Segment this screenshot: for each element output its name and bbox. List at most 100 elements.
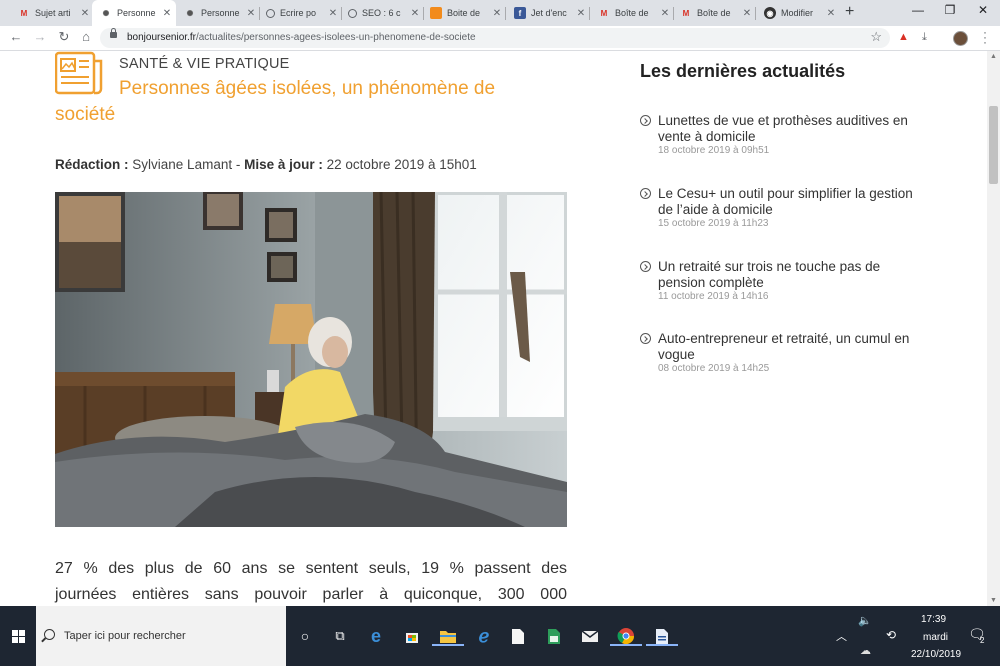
internet-explorer-icon[interactable]: ℯ xyxy=(474,626,494,646)
profile-avatar[interactable] xyxy=(953,31,968,46)
search-icon xyxy=(44,629,55,640)
forward-button[interactable]: → xyxy=(32,29,48,44)
chrome-icon[interactable] xyxy=(610,626,642,646)
extension-icon[interactable]: ▲ xyxy=(898,31,909,43)
news-title[interactable]: Auto-entrepreneur et retraité, un cumul … xyxy=(658,331,925,362)
news-title[interactable]: Le Cesu+ un outil pour simplifier la ges… xyxy=(658,186,925,217)
tab-ecrire[interactable]: Ecrire po ✕ xyxy=(258,1,342,25)
news-title[interactable]: Un retraité sur trois ne touche pas de p… xyxy=(658,259,925,290)
body-line: journées entières sans pouvoir parler à … xyxy=(55,586,567,603)
menu-icon[interactable]: · · · xyxy=(983,26,987,48)
browser-toolbar: ← → ↻ ⌂ bonjoursenior.fr/actualites/pers… xyxy=(0,26,1000,51)
url-domain: bonjoursenior.fr xyxy=(127,32,196,43)
article-title: Personnes âgées isolées, un phénomène de… xyxy=(55,78,496,125)
close-icon[interactable]: ✕ xyxy=(576,8,586,19)
download-icon[interactable]: ⤓ xyxy=(922,31,927,44)
edge-icon[interactable]: e xyxy=(366,626,386,646)
tab-seo[interactable]: SEO : 6 c ✕ xyxy=(340,1,424,25)
windows-logo-icon xyxy=(11,629,25,643)
close-icon[interactable]: ✕ xyxy=(742,8,752,19)
close-window-button[interactable]: ✕ xyxy=(968,3,998,17)
close-icon[interactable]: ✕ xyxy=(246,8,256,19)
new-tab-button[interactable]: + xyxy=(845,3,854,21)
tab-personnes[interactable]: ✺ Personne ✕ xyxy=(176,1,260,25)
article-date: 22 octobre 2019 à 15h01 xyxy=(326,157,477,172)
tab-boite-gmail-2[interactable]: M Boîte de ✕ xyxy=(672,1,756,25)
tab-title: Ecrire po xyxy=(280,8,317,18)
author-label: Rédaction : xyxy=(55,157,129,172)
word-document-icon[interactable] xyxy=(646,626,678,646)
store-icon[interactable] xyxy=(402,626,422,646)
clock-day[interactable]: mardi xyxy=(923,632,948,643)
globe-icon xyxy=(266,8,275,18)
clock-time[interactable]: 17:39 xyxy=(921,614,946,625)
tab-title: Modifier xyxy=(781,8,814,18)
vertical-scrollbar[interactable]: ▲ ▼ xyxy=(987,51,1000,606)
scroll-down-icon[interactable]: ▼ xyxy=(990,597,997,604)
scroll-up-icon[interactable]: ▲ xyxy=(990,53,997,60)
close-icon[interactable]: ✕ xyxy=(410,8,420,19)
bookmark-star-icon[interactable]: ☆ xyxy=(870,29,882,45)
url-path: /actualites/personnes-agees-isolees-un-p… xyxy=(195,32,476,43)
cortana-icon[interactable]: ○ xyxy=(295,626,315,646)
minimize-button[interactable]: — xyxy=(903,3,933,17)
site-icon: ✺ xyxy=(102,8,110,18)
news-item[interactable]: Auto-entrepreneur et retraité, un cumul … xyxy=(640,331,925,374)
taskbar-search[interactable]: Taper ici pour rechercher xyxy=(36,606,286,666)
windows-taskbar: Taper ici pour rechercher ○ ⧉ e ℯ ︿ 🔈 ⟲ … xyxy=(0,606,1000,666)
globe-icon xyxy=(348,8,357,18)
address-bar[interactable]: bonjoursenior.fr/actualites/personnes-ag… xyxy=(100,28,890,48)
article-body: 27 % des plus de 60 ans se sentent seuls… xyxy=(55,556,567,606)
tab-modifier[interactable]: ◉ Modifier ✕ xyxy=(756,1,840,25)
clock-date[interactable]: 22/10/2019 xyxy=(911,649,961,660)
start-button[interactable] xyxy=(0,606,36,666)
news-date: 18 octobre 2019 à 09h51 xyxy=(658,145,770,156)
close-icon[interactable]: ✕ xyxy=(328,8,338,19)
tab-sujet-article[interactable]: M Sujet arti ✕ xyxy=(10,1,94,25)
spreadsheet-icon[interactable] xyxy=(544,626,564,646)
close-icon[interactable]: ✕ xyxy=(162,8,172,19)
gmail-icon: M xyxy=(600,8,608,18)
article-category[interactable]: SANTÉ & VIE PRATIQUE xyxy=(119,56,290,72)
reload-button[interactable]: ↻ xyxy=(56,29,72,45)
onedrive-icon[interactable]: ☁ xyxy=(860,644,871,657)
tab-title: Boîte de xyxy=(615,8,649,18)
active-indicator xyxy=(610,644,642,646)
orange-icon xyxy=(430,7,442,19)
file-explorer-icon[interactable] xyxy=(432,626,464,646)
tab-jet-dencre[interactable]: f Jet d'enc ✕ xyxy=(506,1,590,25)
close-icon[interactable]: ✕ xyxy=(826,8,836,19)
task-view-icon[interactable]: ⧉ xyxy=(330,626,350,646)
close-icon[interactable]: ✕ xyxy=(80,8,90,19)
tab-title: Boîte de xyxy=(697,8,731,18)
tab-title: Boite de xyxy=(447,8,481,18)
tab-boite-gmail-1[interactable]: M Boîte de ✕ xyxy=(590,1,674,25)
active-indicator xyxy=(432,644,464,646)
chevron-circle-icon xyxy=(640,333,651,344)
document-icon[interactable] xyxy=(508,626,528,646)
home-button[interactable]: ⌂ xyxy=(78,29,94,44)
date-label: Mise à jour : xyxy=(244,157,323,172)
back-button[interactable]: ← xyxy=(8,29,24,44)
news-item[interactable]: Le Cesu+ un outil pour simplifier la ges… xyxy=(640,186,925,229)
notification-count: 2 xyxy=(980,636,985,645)
browser-tab-strip: M Sujet arti ✕ ✺ Personne ✕ ✺ Personne ✕… xyxy=(0,0,1000,26)
news-item[interactable]: Un retraité sur trois ne touche pas de p… xyxy=(640,259,925,302)
active-indicator xyxy=(646,644,678,646)
restore-button[interactable]: ❐ xyxy=(935,3,965,17)
close-icon[interactable]: ✕ xyxy=(492,8,502,19)
scrollbar-thumb[interactable] xyxy=(989,106,998,184)
tab-personnes-active[interactable]: ✺ Personne ✕ xyxy=(92,0,176,26)
tab-title: Personne xyxy=(201,8,240,18)
close-icon[interactable]: ✕ xyxy=(660,8,670,19)
show-hidden-icons[interactable]: ︿ xyxy=(836,628,847,644)
tab-boite-orange[interactable]: Boite de ✕ xyxy=(422,1,506,25)
network-icon[interactable]: ⟲ xyxy=(886,628,896,642)
news-title[interactable]: Lunettes de vue et prothèses auditives e… xyxy=(658,113,925,144)
search-placeholder: Taper ici pour rechercher xyxy=(64,630,186,642)
tab-title: SEO : 6 c xyxy=(362,8,401,18)
facebook-icon: f xyxy=(514,7,526,19)
news-item[interactable]: Lunettes de vue et prothèses auditives e… xyxy=(640,113,925,156)
volume-icon[interactable]: 🔈 xyxy=(858,614,872,627)
mail-icon[interactable] xyxy=(580,626,600,646)
